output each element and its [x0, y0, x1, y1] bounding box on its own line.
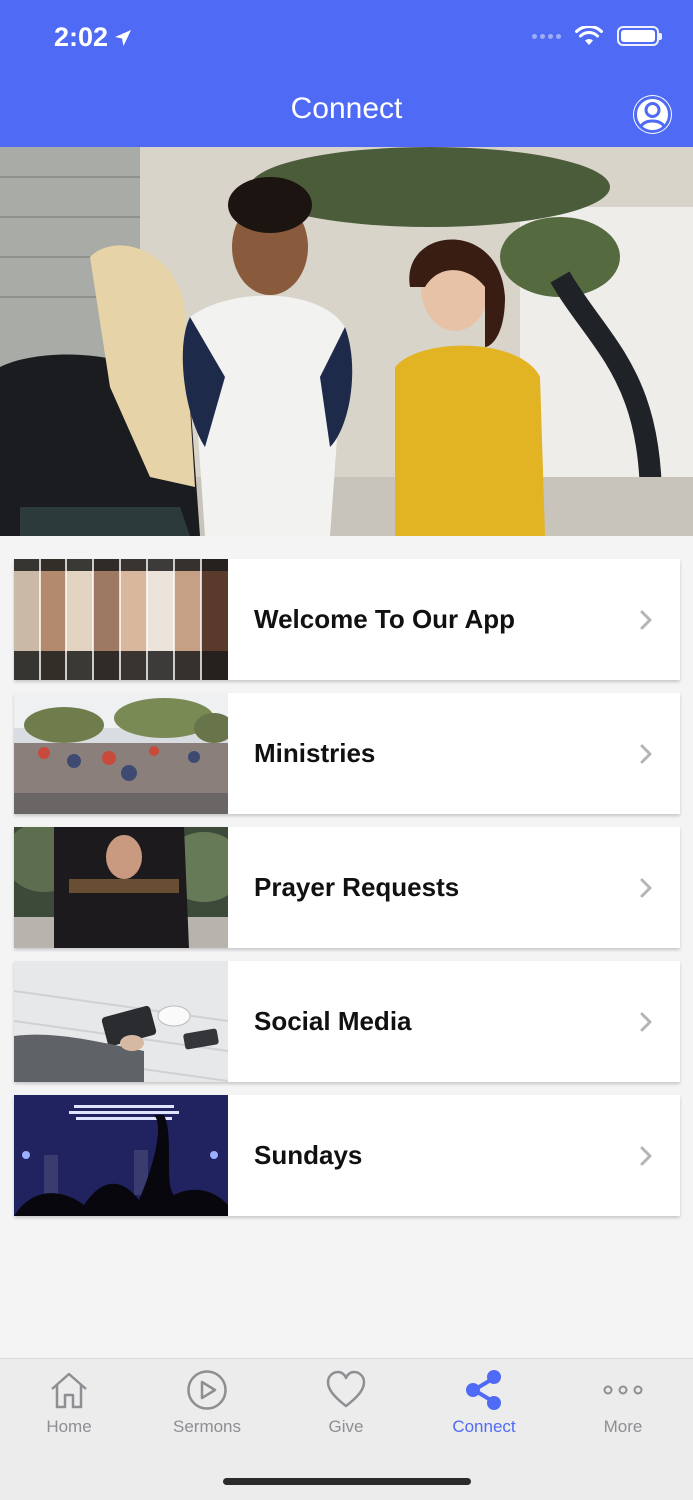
tab-label: Give [328, 1417, 364, 1436]
play-circle-icon [187, 1370, 227, 1410]
tab-label: Sermons [172, 1417, 242, 1436]
list-item-prayer-requests[interactable]: Prayer Requests [14, 827, 680, 948]
home-indicator [223, 1478, 471, 1485]
tab-home[interactable]: Home [9, 1369, 129, 1437]
list-item-welcome[interactable]: Welcome To Our App [14, 559, 680, 680]
list-item-label: Welcome To Our App [254, 604, 515, 634]
tab-connect[interactable]: Connect [424, 1369, 544, 1437]
app-header: 2:02 Connect [0, 0, 693, 147]
location-arrow-icon [115, 29, 132, 46]
chevron-right-icon [640, 610, 652, 629]
battery-icon [617, 26, 662, 46]
welcome-thumbnail [14, 559, 228, 680]
list-item-sundays[interactable]: Sundays [14, 1095, 680, 1216]
more-dots-icon [603, 1385, 643, 1395]
tab-sermons[interactable]: Sermons [147, 1369, 267, 1437]
tab-label: More [603, 1417, 643, 1436]
list-item-ministries[interactable]: Ministries [14, 693, 680, 814]
status-time: 2:02 [54, 22, 132, 53]
hero-image [0, 147, 693, 536]
list-item-label: Sundays [254, 1140, 363, 1170]
list-item-label: Prayer Requests [254, 872, 460, 902]
cellular-signal-icon [532, 33, 561, 39]
chevron-right-icon [640, 878, 652, 897]
ministries-thumbnail [14, 693, 228, 814]
home-icon [51, 1372, 87, 1409]
chevron-right-icon [640, 1146, 652, 1165]
tab-more[interactable]: More [563, 1369, 683, 1437]
chevron-right-icon [640, 744, 652, 763]
list-item-label: Ministries [254, 738, 376, 768]
wifi-icon [575, 26, 603, 45]
chevron-right-icon [640, 1012, 652, 1031]
sundays-thumbnail [14, 1095, 228, 1216]
share-icon [466, 1370, 501, 1410]
list-item-social-media[interactable]: Social Media [14, 961, 680, 1082]
list-item-label: Social Media [254, 1006, 412, 1036]
social-media-thumbnail [14, 961, 228, 1082]
heart-icon [326, 1370, 366, 1408]
tab-label: Connect [452, 1417, 516, 1436]
profile-button[interactable] [633, 95, 672, 134]
status-icons [532, 26, 662, 46]
user-avatar-icon [634, 96, 671, 133]
tab-give[interactable]: Give [286, 1369, 406, 1437]
prayer-requests-thumbnail [14, 827, 228, 948]
tab-label: Home [46, 1417, 92, 1436]
page-title: Connect [290, 92, 403, 125]
